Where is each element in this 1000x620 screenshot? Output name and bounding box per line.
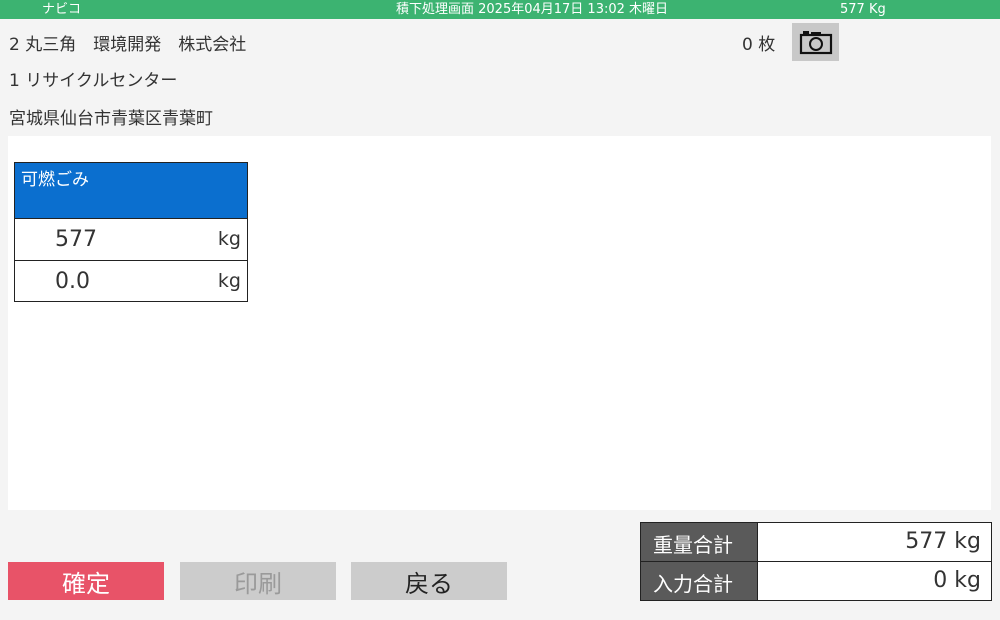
weight-total-row: 重量合計 577 kg (641, 523, 991, 562)
weight-unit: kg (217, 228, 241, 250)
weight-value: 577 (55, 227, 97, 252)
app-name: ナビコ (42, 2, 82, 17)
weight-total-value: 577 kg (905, 529, 981, 554)
confirm-button[interactable]: 確定 (8, 562, 164, 600)
camera-icon (799, 31, 832, 55)
input-total-label: 入力合計 (641, 562, 758, 600)
waste-item-card[interactable]: 可燃ごみ 577 kg 0.0 kg (14, 162, 248, 302)
customer-name: 2 丸三角 環境開発 株式会社 (9, 35, 247, 55)
back-button[interactable]: 戻る (351, 562, 507, 600)
site-name: 1 リサイクルセンター (9, 71, 178, 91)
waste-category[interactable]: 可燃ごみ (15, 163, 247, 219)
weight-row[interactable]: 577 kg (15, 219, 247, 261)
site-address: 宮城県仙台市青葉区青葉町 (9, 109, 213, 129)
input-row[interactable]: 0.0 kg (15, 261, 247, 301)
input-unit: kg (217, 270, 241, 292)
print-button[interactable]: 印刷 (180, 562, 336, 600)
photo-count: 0 枚 (742, 35, 776, 55)
camera-button[interactable] (792, 23, 839, 61)
status-bar: ナビコ 積下処理画面 2025年04月17日 13:02 木曜日 577 Kg (0, 0, 1000, 19)
input-total-value: 0 kg (933, 568, 981, 593)
weight-total-label: 重量合計 (641, 523, 758, 561)
status-weight: 577 Kg (840, 2, 886, 17)
input-value: 0.0 (55, 269, 90, 294)
input-total-row: 入力合計 0 kg (641, 562, 991, 600)
screen-title: 積下処理画面 2025年04月17日 13:02 木曜日 (396, 2, 669, 17)
totals-table: 重量合計 577 kg 入力合計 0 kg (640, 522, 992, 601)
